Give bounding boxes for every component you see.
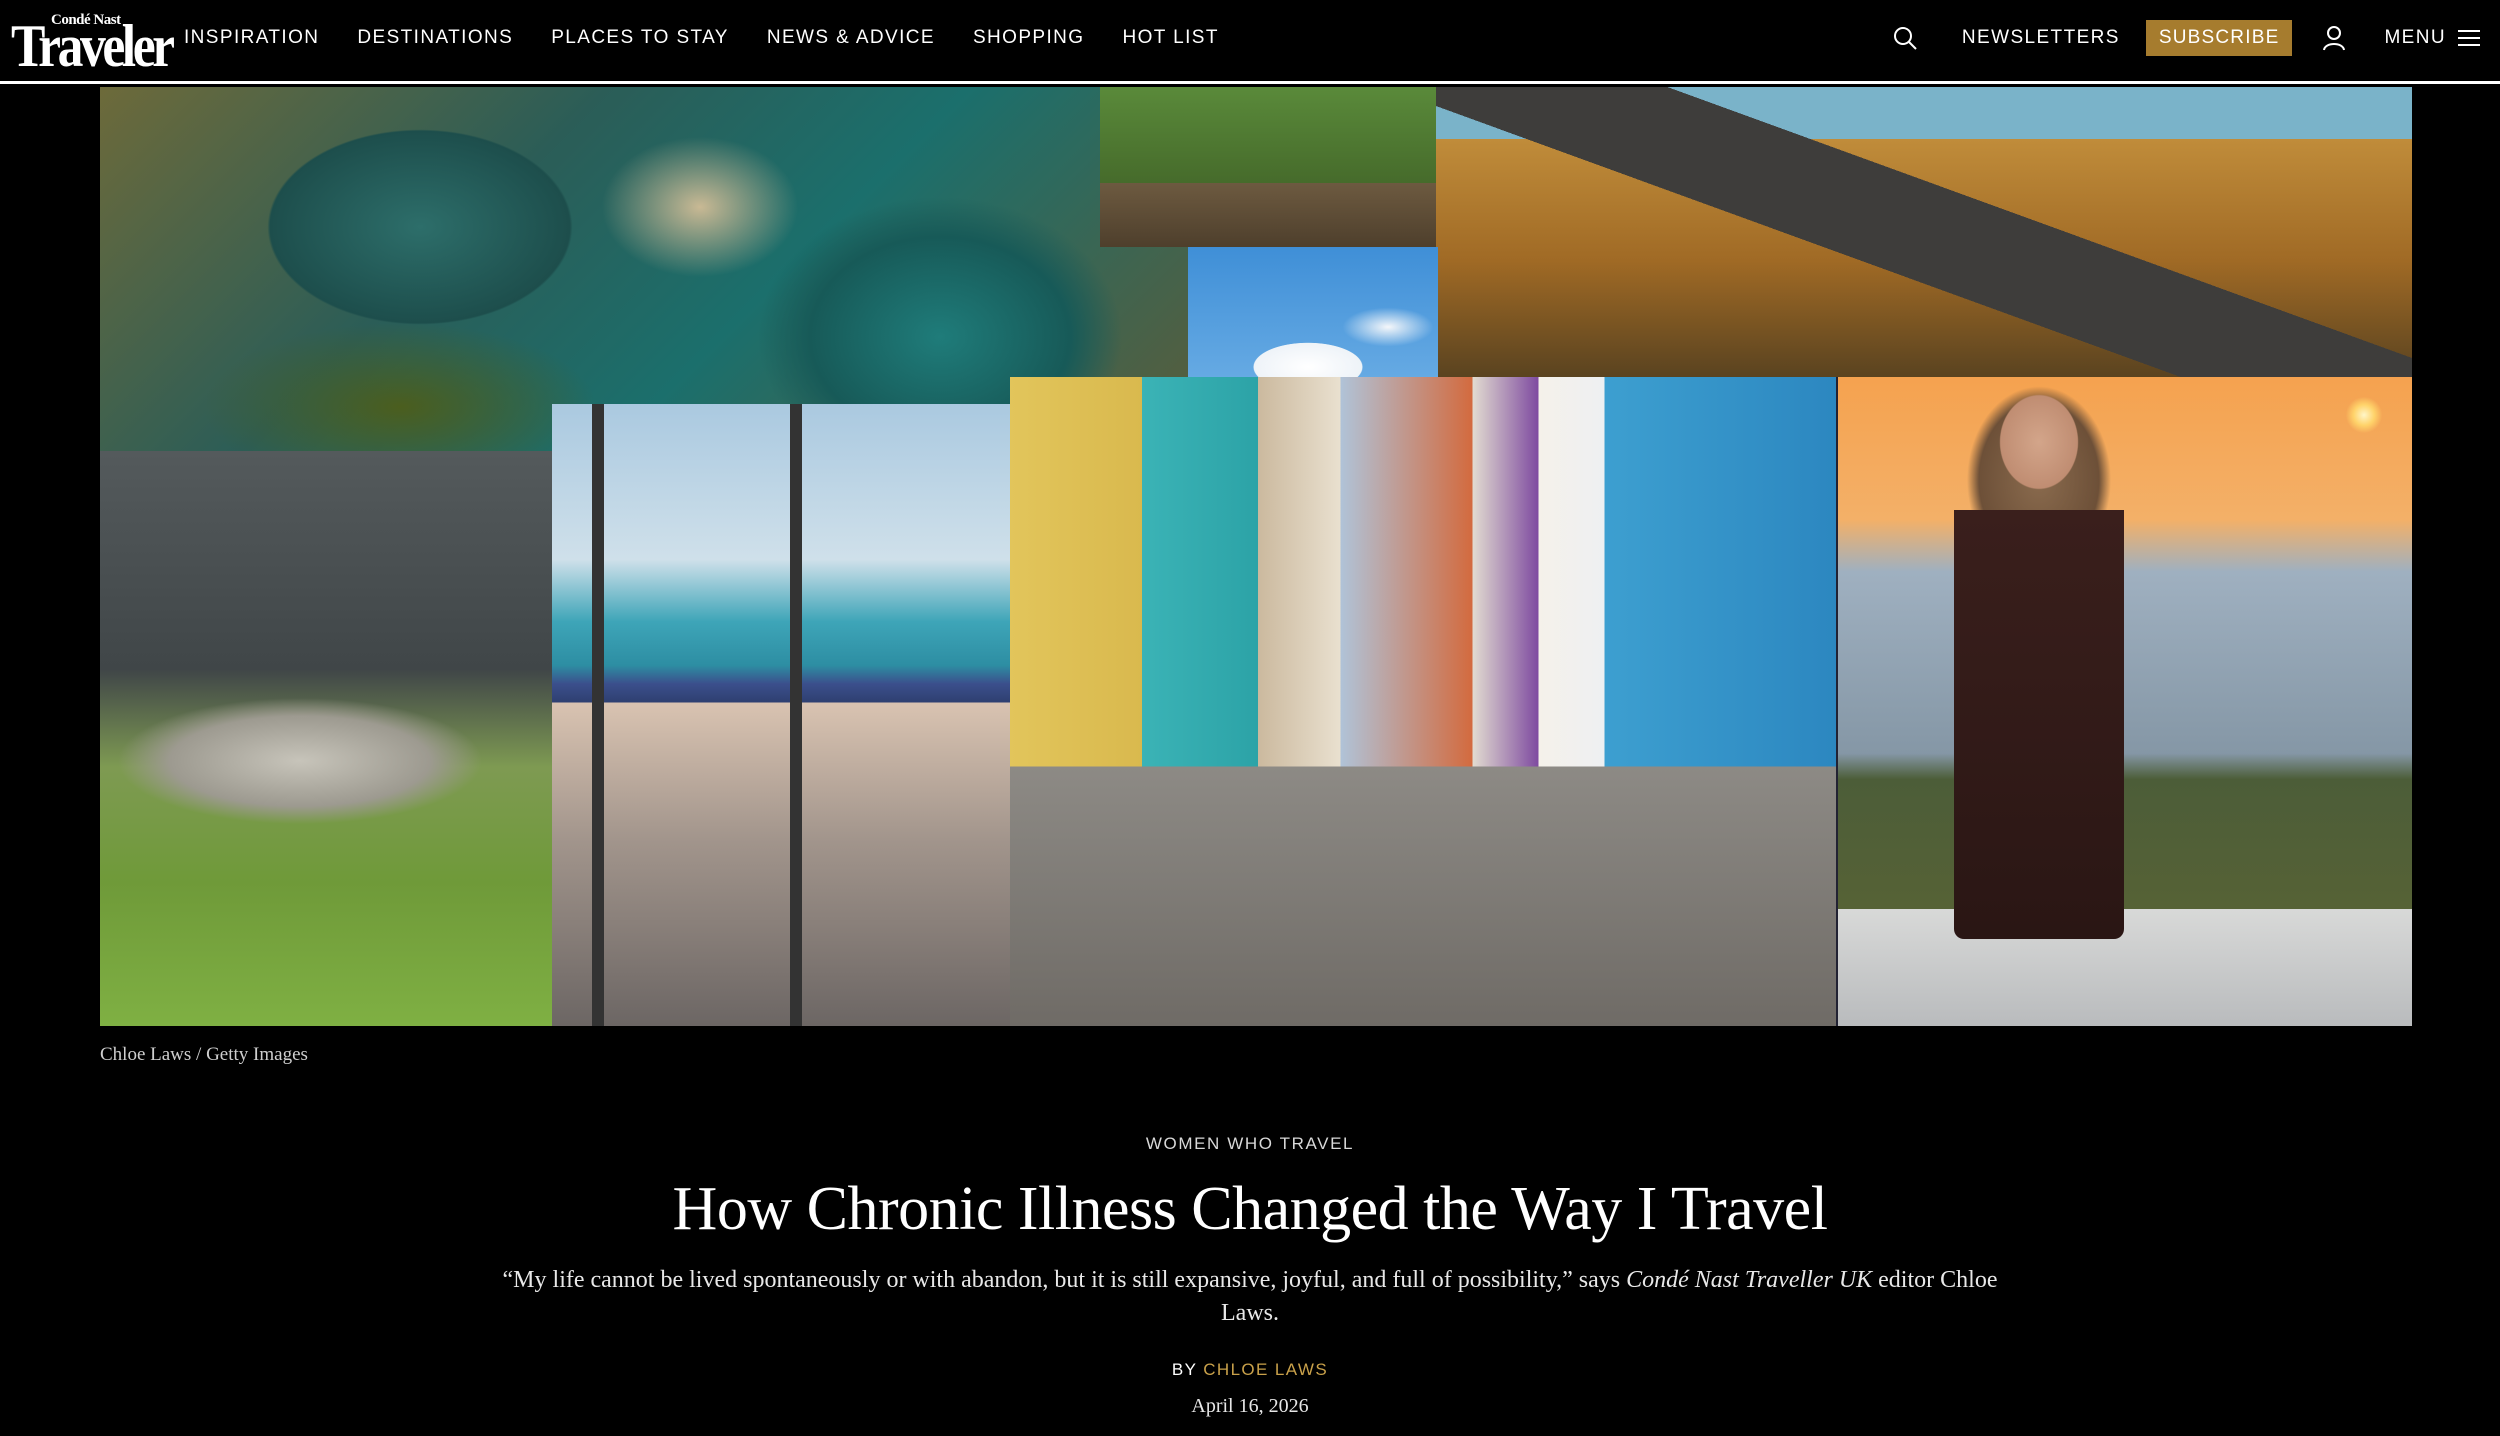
collage-winding-road-photo xyxy=(1436,87,2412,377)
dek-text-start: “My life cannot be lived spontaneously o… xyxy=(502,1267,1627,1293)
logo-wordmark: Traveler xyxy=(11,13,175,79)
nav-utilities: NEWSLETTERS SUBSCRIBE MENU xyxy=(1892,0,2500,76)
primary-nav: INSPIRATION DESTINATIONS PLACES TO STAY … xyxy=(184,0,1257,76)
byline: BY CHLOE LAWS xyxy=(0,1360,2500,1380)
author-link[interactable]: CHLOE LAWS xyxy=(1203,1360,1328,1379)
menu-button[interactable]: MENU xyxy=(2384,27,2480,49)
nav-link-shopping[interactable]: SHOPPING xyxy=(973,27,1085,49)
article-rubric[interactable]: WOMEN WHO TRAVEL xyxy=(0,1134,2500,1154)
portrait-person-shape xyxy=(1954,360,2124,939)
image-credit: Chloe Laws / Getty Images xyxy=(100,1044,308,1065)
article-headline: How Chronic Illness Changed the Way I Tr… xyxy=(672,1175,1828,1243)
search-icon[interactable] xyxy=(1892,25,1918,51)
nav-link-inspiration[interactable]: INSPIRATION xyxy=(184,27,319,49)
user-account-icon[interactable] xyxy=(2322,25,2346,51)
collage-balcony-palms-photo xyxy=(552,404,1010,1026)
collage-colorful-street-photo xyxy=(1010,377,1836,1026)
menu-label: MENU xyxy=(2384,27,2446,48)
dek-publication-italic: Condé Nast Traveller UK xyxy=(1626,1267,1873,1293)
subscribe-button[interactable]: SUBSCRIBE xyxy=(2145,20,2293,56)
top-navigation: Condé Nast Traveler INSPIRATION DESTINAT… xyxy=(0,0,2500,84)
newsletters-link[interactable]: NEWSLETTERS xyxy=(1962,27,2120,49)
traveler-logo[interactable]: Condé Nast Traveler xyxy=(11,12,175,76)
nav-link-places-to-stay[interactable]: PLACES TO STAY xyxy=(551,27,729,49)
publish-date: April 16, 2026 xyxy=(1191,1395,1309,1417)
hamburger-icon xyxy=(2458,30,2480,46)
nav-link-hot-list[interactable]: HOT LIST xyxy=(1122,27,1218,49)
byline-prefix: BY xyxy=(1171,1360,1204,1379)
article-dek: “My life cannot be lived spontaneously o… xyxy=(480,1264,2020,1330)
collage-cliff-meadow-photo xyxy=(100,451,552,1026)
nav-link-destinations[interactable]: DESTINATIONS xyxy=(357,27,513,49)
nav-link-news-advice[interactable]: NEWS & ADVICE xyxy=(767,27,935,49)
